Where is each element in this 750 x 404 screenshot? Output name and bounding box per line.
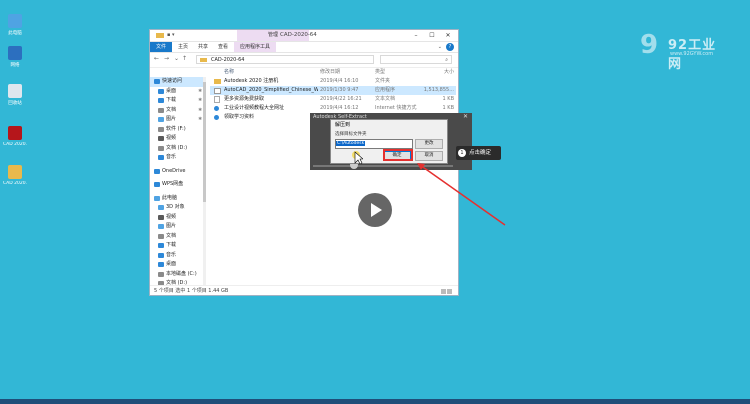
step-text: 点击确定: [469, 150, 492, 156]
arrow-head: [417, 163, 425, 170]
step-callout: 1 点击确定: [456, 146, 501, 160]
taskbar: [0, 399, 750, 404]
play-button[interactable]: [358, 193, 392, 227]
mouse-cursor-icon: [352, 151, 363, 164]
play-icon: [371, 203, 382, 217]
step-number: 1: [458, 149, 466, 157]
arrow-line: [419, 164, 506, 226]
